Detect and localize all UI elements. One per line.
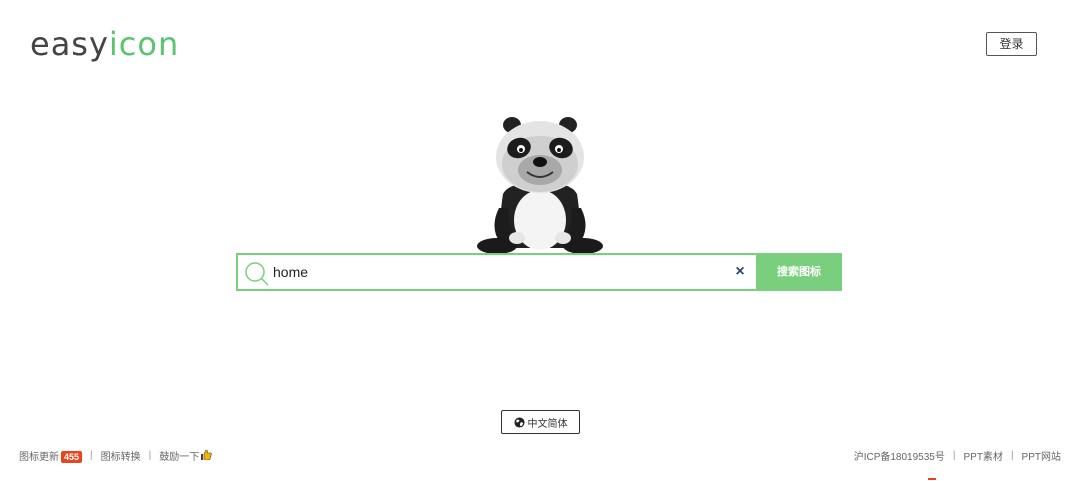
footer-left: 图标更新 455 | 图标转换 | 鼓励一下: [19, 448, 213, 463]
ppt-site-link[interactable]: PPT网站: [1022, 448, 1061, 463]
panda-mascot-icon: [477, 117, 603, 254]
language-button[interactable]: 中文简体: [501, 410, 580, 434]
ppt-material-link[interactable]: PPT素材: [963, 448, 1002, 463]
logo[interactable]: easyicon: [30, 22, 179, 66]
footer-separator: |: [148, 450, 152, 461]
search-button[interactable]: 搜索图标: [756, 253, 842, 291]
footer-separator: |: [1010, 450, 1014, 461]
thumbs-up-icon: [201, 449, 213, 461]
encourage-label: 鼓励一下: [159, 452, 200, 463]
icon-updates-label: 图标更新: [19, 452, 59, 463]
logo-text-icon: icon: [108, 25, 180, 63]
search-bar: × 搜索图标: [236, 253, 842, 291]
footer-separator: |: [90, 450, 93, 461]
icon-convert-link[interactable]: 图标转换: [101, 448, 141, 463]
language-label: 中文简体: [527, 418, 568, 430]
search-icon: [245, 262, 269, 286]
updates-count-badge: 455: [61, 451, 83, 463]
icp-link[interactable]: 沪ICP备18019535号: [854, 448, 945, 463]
logo-text-easy: easy: [30, 25, 109, 63]
login-button[interactable]: 登录: [986, 32, 1037, 56]
footer-separator: |: [952, 450, 956, 461]
footer-right: 沪ICP备18019535号 | PPT素材 | PPT网站: [854, 448, 1061, 463]
encourage-link[interactable]: 鼓励一下: [159, 448, 213, 463]
search-input[interactable]: [273, 255, 723, 289]
corner-mark: [928, 478, 936, 480]
icon-updates-link[interactable]: 图标更新 455: [19, 448, 83, 463]
globe-icon: [513, 416, 525, 428]
clear-icon[interactable]: ×: [732, 264, 748, 280]
